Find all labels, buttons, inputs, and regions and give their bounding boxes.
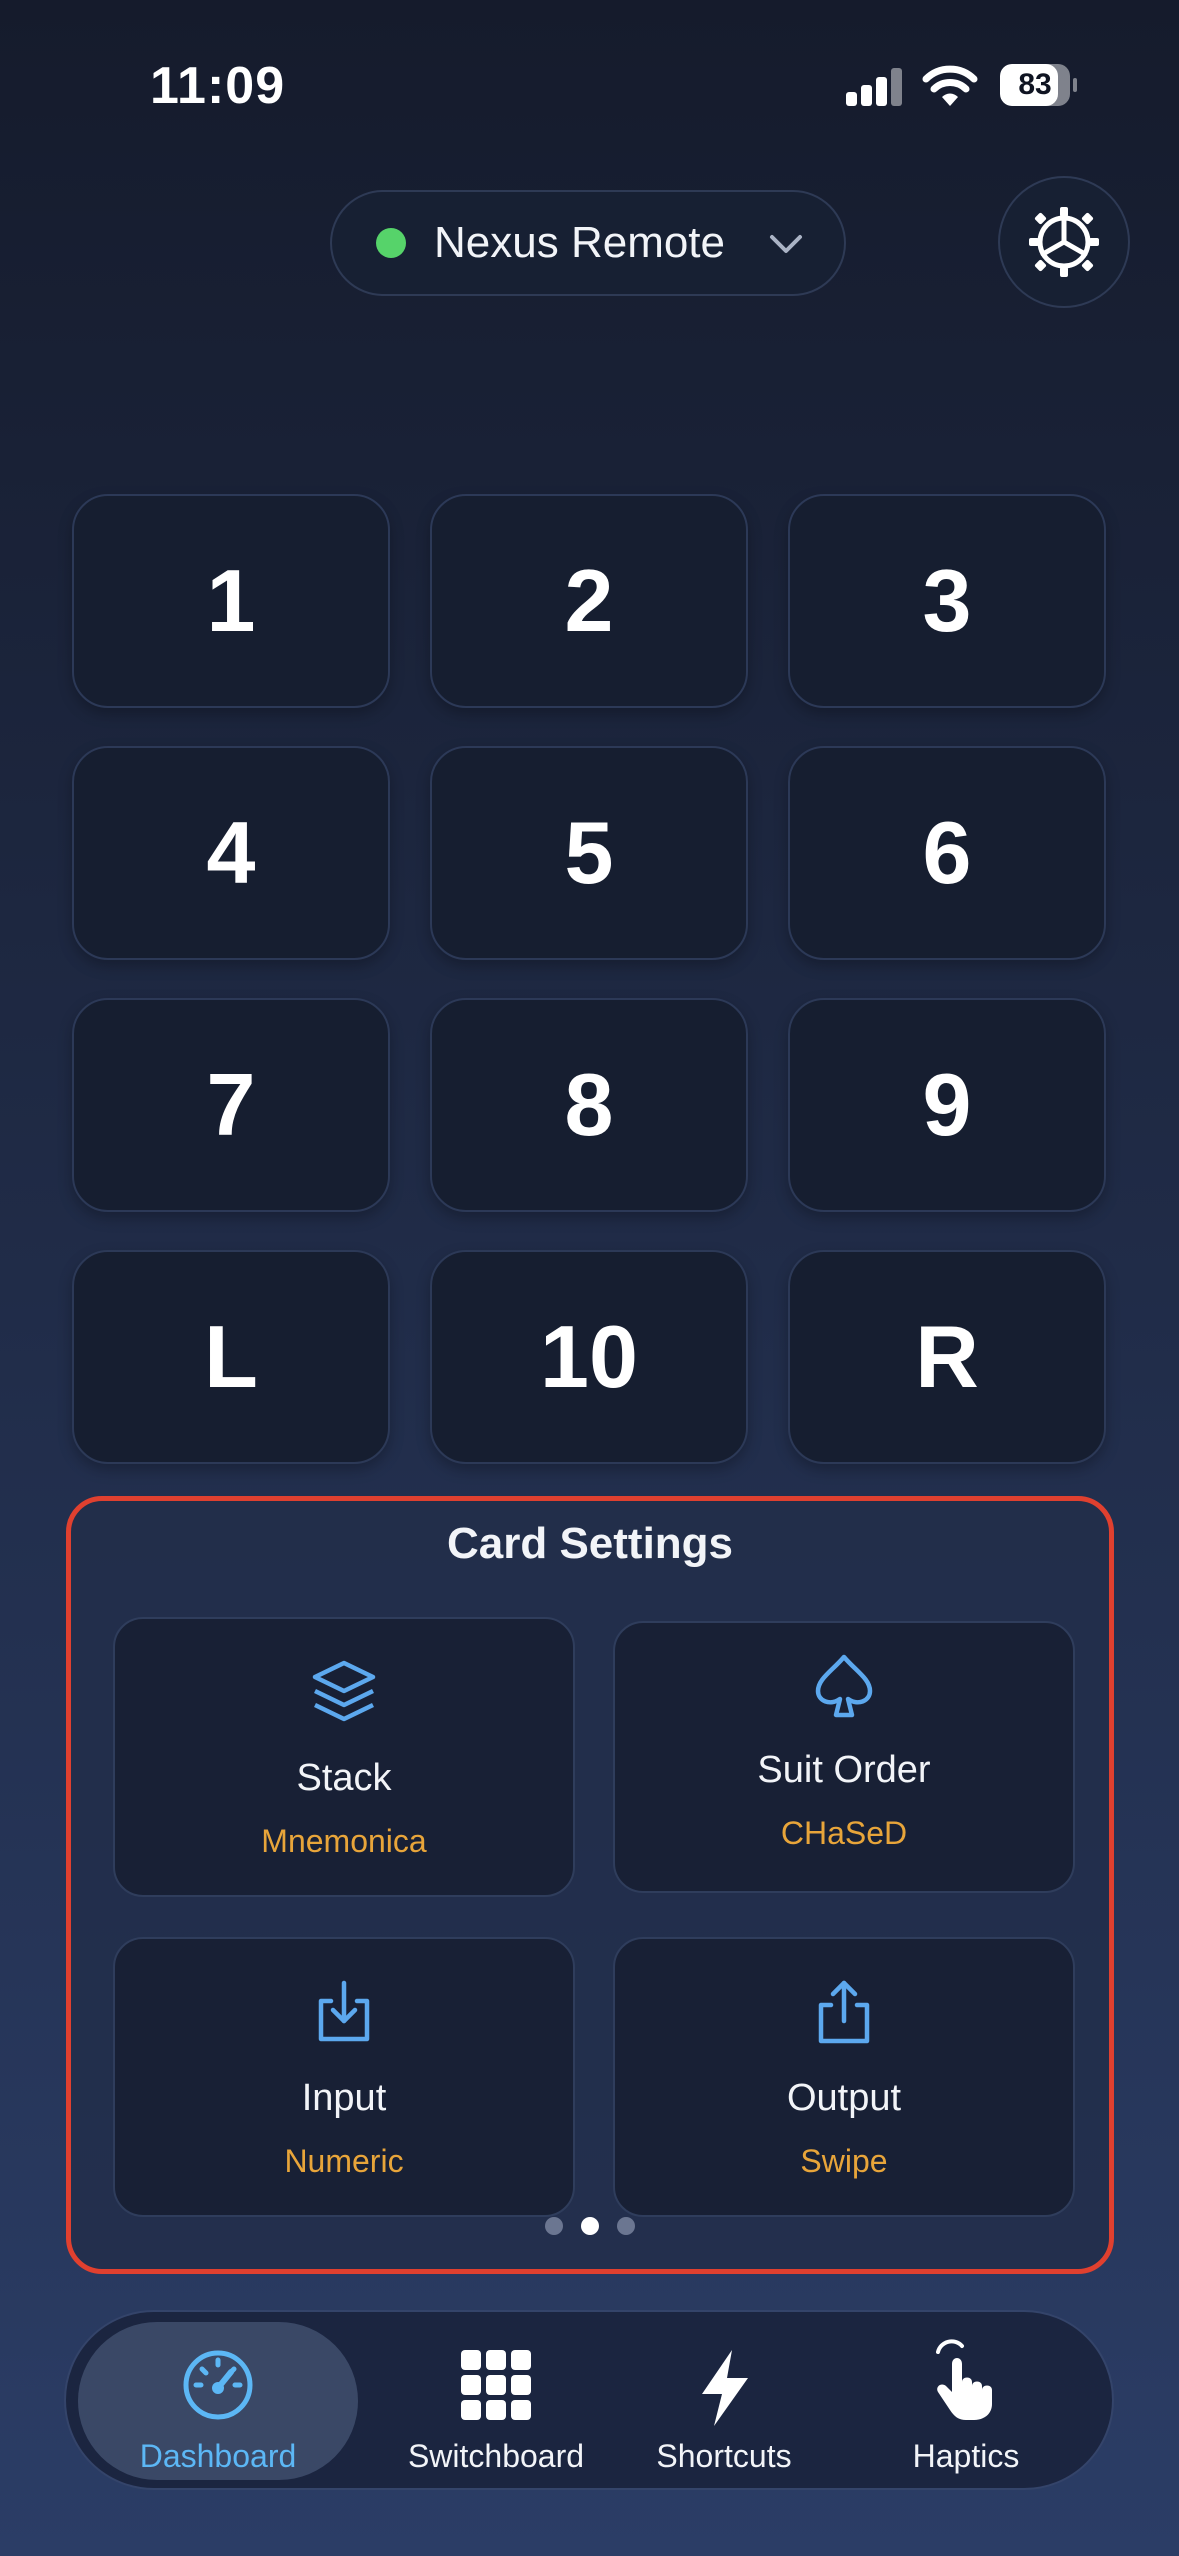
tile-value: Swipe: [800, 2143, 888, 2179]
battery-level: 83: [1018, 68, 1052, 101]
card-settings-panel: Card Settings Stack Mnemonica Suit Order…: [66, 1496, 1114, 2274]
page-dot: [545, 2217, 563, 2235]
layers-icon: [312, 1660, 376, 1722]
tab-shortcuts[interactable]: Shortcuts: [604, 2322, 844, 2480]
tile-value: Mnemonica: [261, 1823, 427, 1859]
tab-label: Shortcuts: [656, 2438, 792, 2474]
tab-bar: Dashboard Switchboard Shortcuts Haptics: [64, 2310, 1114, 2490]
status-bar: 11:09 83: [0, 0, 1179, 170]
cellular-signal-icon: [846, 66, 902, 106]
suit-order-setting-tile[interactable]: Suit Order CHaSeD: [613, 1621, 1075, 1893]
key-5[interactable]: 5: [430, 746, 748, 960]
page-dot: [617, 2217, 635, 2235]
tap-hand-icon: [936, 2339, 992, 2420]
tile-value: Numeric: [284, 2143, 404, 2179]
input-setting-tile[interactable]: Input Numeric: [113, 1937, 575, 2217]
chevron-down-icon: [770, 235, 802, 253]
spade-icon: [815, 1654, 873, 1718]
tile-label: Output: [786, 2077, 902, 2119]
key-2[interactable]: 2: [430, 494, 748, 708]
stack-setting-tile[interactable]: Stack Mnemonica: [113, 1617, 575, 1897]
tile-value: CHaSeD: [780, 1815, 908, 1851]
page-dot-active: [581, 2217, 599, 2235]
key-4[interactable]: 4: [72, 746, 390, 960]
key-6[interactable]: 6: [788, 746, 1106, 960]
tab-dashboard[interactable]: Dashboard: [78, 2322, 358, 2480]
tab-label: Haptics: [912, 2438, 1020, 2474]
tab-label: Dashboard: [139, 2438, 297, 2474]
tab-label: Switchboard: [407, 2438, 585, 2474]
panel-title: Card Settings: [446, 1519, 734, 1568]
page-indicator[interactable]: [71, 2217, 1109, 2235]
speedometer-icon: [183, 2350, 253, 2420]
tile-label: Input: [301, 2077, 387, 2119]
key-10[interactable]: 10: [430, 1250, 748, 1464]
battery-icon: 83: [1000, 64, 1077, 106]
download-icon: [318, 1980, 370, 2042]
key-8[interactable]: 8: [430, 998, 748, 1212]
device-name: Nexus Remote: [434, 218, 726, 267]
tile-label: Suit Order: [757, 1749, 931, 1791]
key-3[interactable]: 3: [788, 494, 1106, 708]
share-icon: [818, 1980, 870, 2044]
keypad: 1 2 3 4 5 6 7 8 9 L 10 R: [72, 494, 1106, 1466]
connection-status-dot: [376, 228, 406, 258]
gear-icon: [1029, 207, 1099, 277]
wifi-icon: [922, 64, 978, 108]
key-right[interactable]: R: [788, 1250, 1106, 1464]
settings-button[interactable]: [998, 176, 1130, 308]
key-7[interactable]: 7: [72, 998, 390, 1212]
device-selector[interactable]: Nexus Remote: [330, 190, 846, 296]
key-1[interactable]: 1: [72, 494, 390, 708]
grid-icon: [461, 2350, 531, 2420]
output-setting-tile[interactable]: Output Swipe: [613, 1937, 1075, 2217]
key-9[interactable]: 9: [788, 998, 1106, 1212]
status-time: 11:09: [150, 57, 286, 115]
tile-label: Stack: [296, 1757, 392, 1799]
tab-haptics[interactable]: Haptics: [846, 2322, 1086, 2480]
lightning-icon: [702, 2350, 748, 2426]
key-left[interactable]: L: [72, 1250, 390, 1464]
tab-switchboard[interactable]: Switchboard: [356, 2322, 636, 2480]
